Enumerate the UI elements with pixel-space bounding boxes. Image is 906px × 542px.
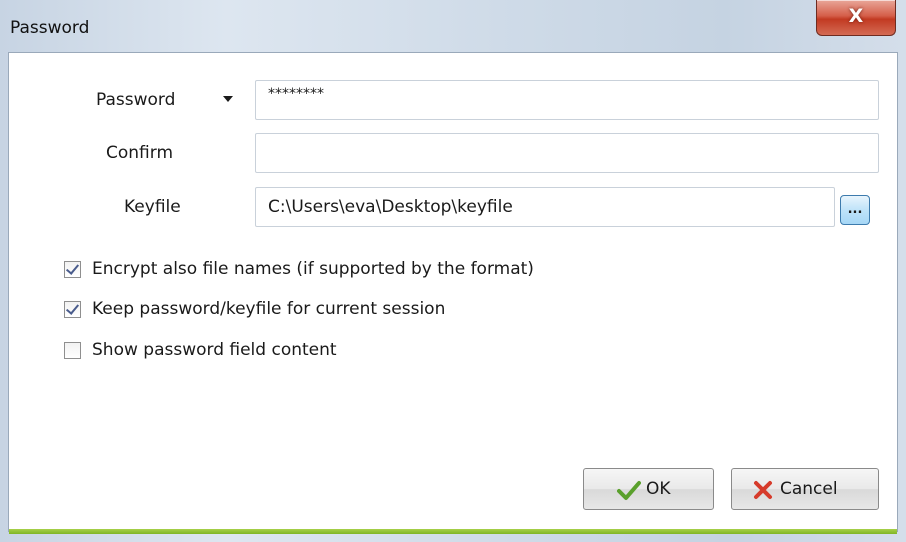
dropdown-arrow-icon[interactable] bbox=[223, 96, 233, 102]
show-password-checkbox[interactable] bbox=[64, 342, 81, 359]
x-icon bbox=[752, 479, 774, 506]
show-password-label[interactable]: Show password field content bbox=[92, 340, 337, 360]
checkmark-icon bbox=[617, 479, 641, 506]
encrypt-filenames-checkbox[interactable] bbox=[64, 261, 81, 278]
ellipsis-icon: ... bbox=[847, 202, 863, 217]
browse-keyfile-button[interactable]: ... bbox=[840, 195, 870, 225]
close-icon: X bbox=[848, 5, 864, 27]
keep-password-label[interactable]: Keep password/keyfile for current sessio… bbox=[92, 299, 445, 319]
title-bar[interactable]: Password X bbox=[0, 0, 906, 52]
encrypt-filenames-label[interactable]: Encrypt also file names (if supported by… bbox=[92, 259, 534, 279]
window-title: Password bbox=[10, 18, 90, 38]
password-dialog: Password X Password ******** Confirm Key… bbox=[0, 0, 906, 542]
close-button[interactable]: X bbox=[816, 0, 896, 36]
password-field[interactable]: ******** bbox=[255, 80, 879, 120]
cancel-label: Cancel bbox=[780, 479, 838, 499]
accent-bar bbox=[9, 529, 897, 534]
keyfile-field[interactable]: C:\Users\eva\Desktop\keyfile bbox=[255, 187, 835, 227]
dialog-content bbox=[8, 52, 898, 532]
ok-label: OK bbox=[646, 479, 671, 499]
keep-password-checkbox[interactable] bbox=[64, 301, 81, 318]
ok-button[interactable]: OK bbox=[583, 468, 714, 510]
confirm-field[interactable] bbox=[255, 133, 879, 173]
keyfile-label: Keyfile bbox=[124, 197, 181, 217]
confirm-label: Confirm bbox=[106, 143, 174, 163]
cancel-button[interactable]: Cancel bbox=[731, 468, 879, 510]
password-label: Password bbox=[96, 90, 176, 110]
